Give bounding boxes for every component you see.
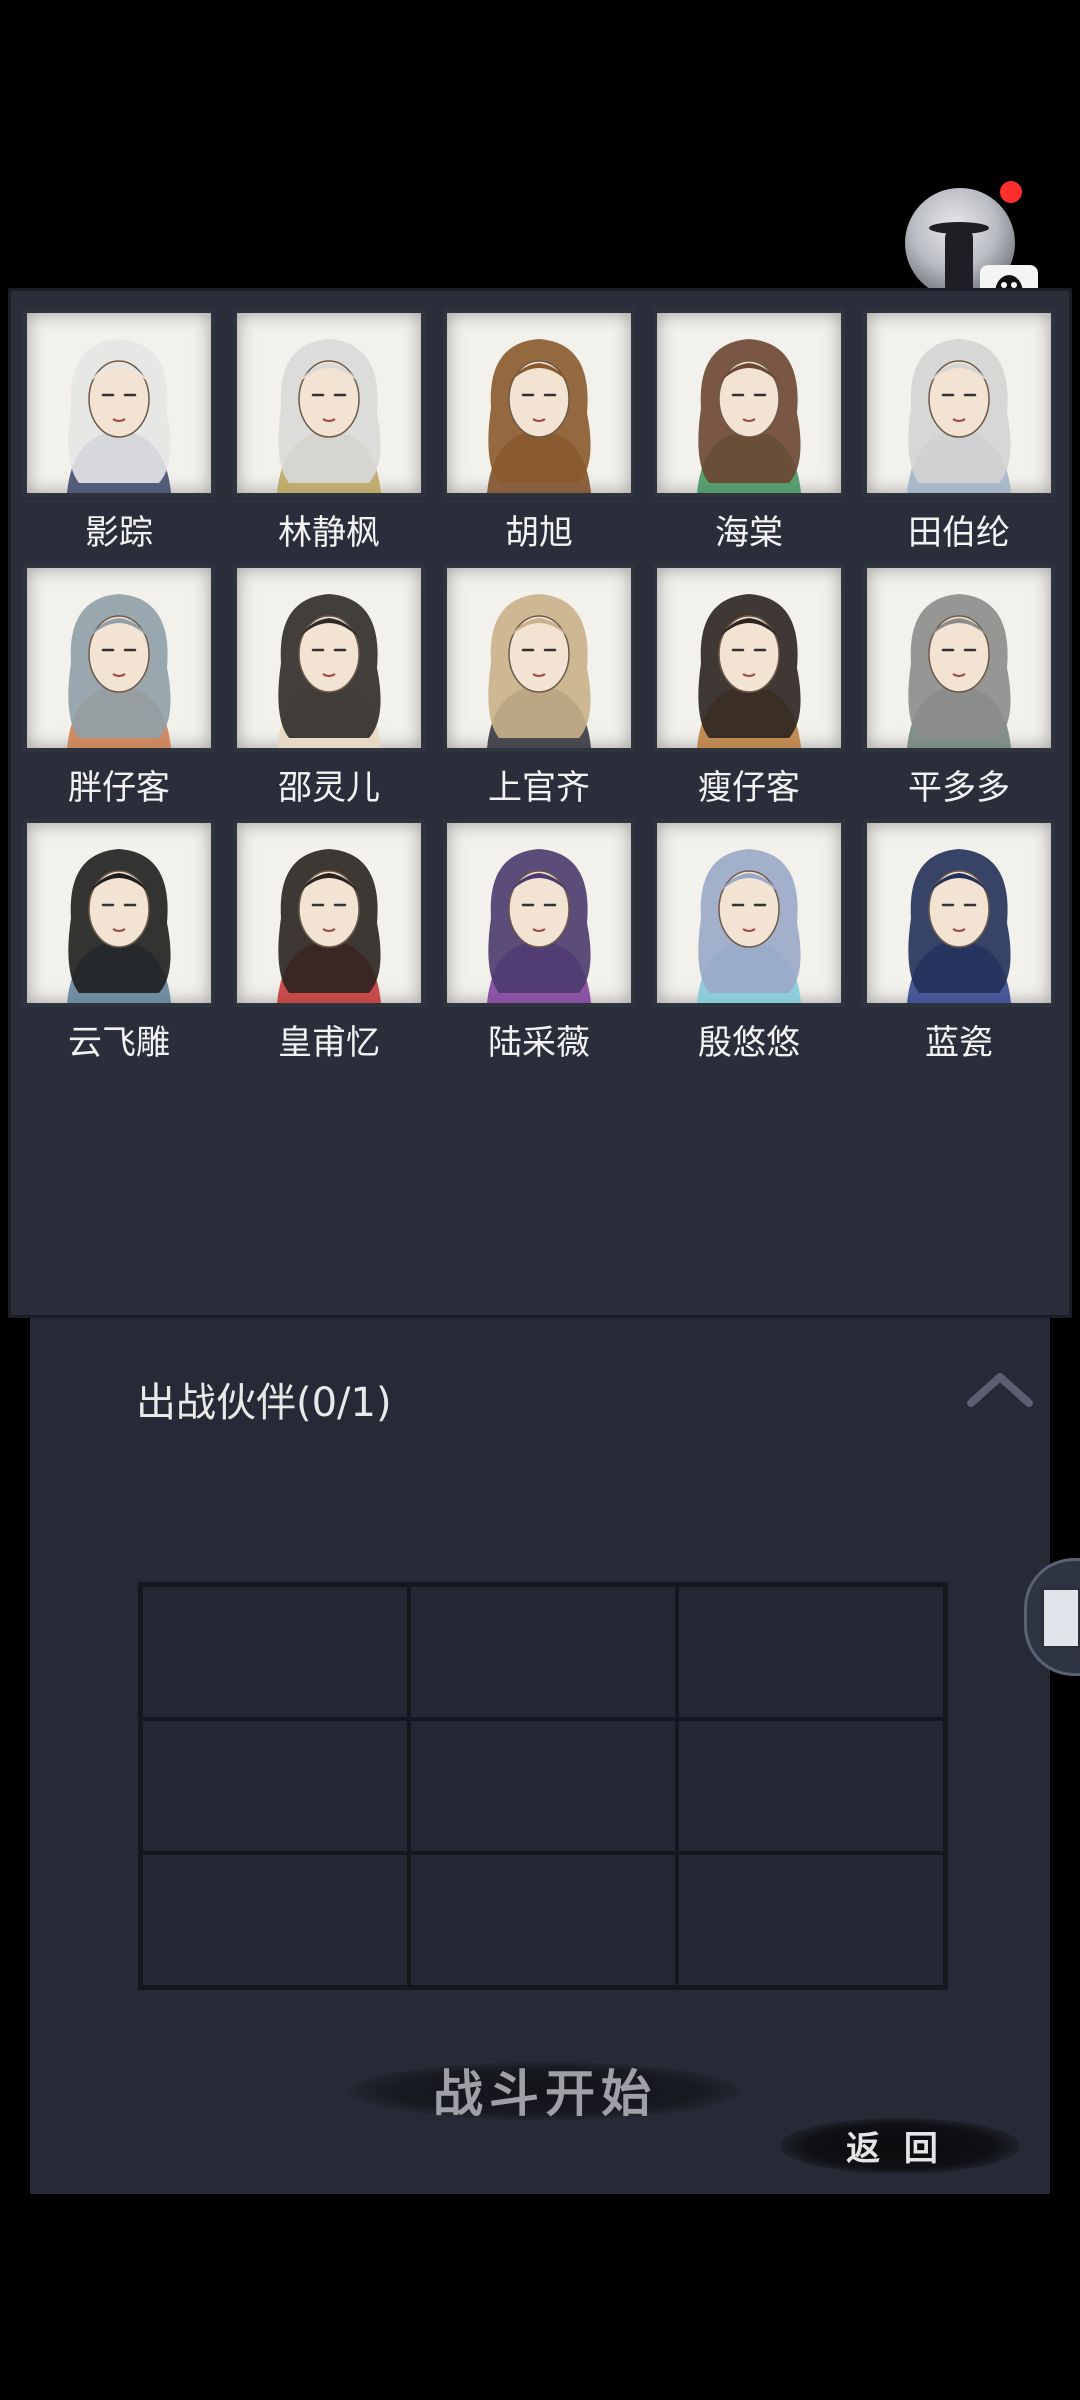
formation-grid: [138, 1582, 948, 1990]
character-name: 蓝瓷: [925, 1023, 993, 1063]
character-card[interactable]: 殷悠悠: [653, 819, 845, 1074]
character-name: 田伯纶: [908, 513, 1010, 553]
character-name: 胖仔客: [68, 768, 170, 808]
start-battle-label: 战斗开始: [433, 2064, 657, 2123]
character-name: 海棠: [715, 513, 783, 553]
character-portrait: [23, 819, 215, 1007]
character-grid: 影踪 林静枫 胡旭 海棠 田伯纶胖仔客 邵灵儿 上官齐 瘦仔客 平多多云飞雕 皇甫忆 陆采薇 殷悠悠 蓝…: [23, 309, 1055, 1074]
formation-slot[interactable]: [409, 1853, 677, 1987]
character-card[interactable]: 田伯纶: [863, 309, 1055, 564]
notification-dot: [1000, 181, 1022, 203]
formation-slot[interactable]: [677, 1853, 945, 1987]
character-card[interactable]: 影踪: [23, 309, 215, 564]
character-portrait: [233, 309, 425, 497]
character-portrait: [23, 309, 215, 497]
character-portrait: [233, 564, 425, 752]
character-name: 皇甫忆: [278, 1023, 380, 1063]
character-card[interactable]: 云飞雕: [23, 819, 215, 1074]
character-card[interactable]: 林静枫: [233, 309, 425, 564]
formation-slot[interactable]: [141, 1853, 409, 1987]
formation-slot[interactable]: [677, 1585, 945, 1719]
character-name: 影踪: [85, 513, 153, 553]
character-name: 瘦仔客: [698, 768, 800, 808]
character-portrait: [863, 564, 1055, 752]
character-portrait: [443, 309, 635, 497]
back-label: 返 回: [846, 2128, 944, 2169]
character-portrait: [863, 819, 1055, 1007]
chevron-up-icon[interactable]: [965, 1363, 1035, 1413]
character-card[interactable]: 平多多: [863, 564, 1055, 819]
scroll-icon: [1041, 1587, 1080, 1649]
character-card[interactable]: 上官齐: [443, 564, 635, 819]
character-name: 邵灵儿: [278, 768, 380, 808]
character-card[interactable]: 蓝瓷: [863, 819, 1055, 1074]
formation-slot[interactable]: [677, 1719, 945, 1853]
character-name: 上官齐: [488, 768, 590, 808]
character-portrait: [653, 819, 845, 1007]
character-card[interactable]: 邵灵儿: [233, 564, 425, 819]
character-card[interactable]: 胡旭: [443, 309, 635, 564]
character-card[interactable]: 皇甫忆: [233, 819, 425, 1074]
start-battle-button[interactable]: 战斗开始: [330, 2050, 760, 2130]
formation-slot[interactable]: [409, 1719, 677, 1853]
formation-slot[interactable]: [141, 1585, 409, 1719]
lineup-title: 出战伙伴(0/1): [136, 1380, 392, 1426]
character-name: 殷悠悠: [698, 1023, 800, 1063]
character-card[interactable]: 瘦仔客: [653, 564, 845, 819]
back-button[interactable]: 返 回: [770, 2110, 1020, 2180]
character-portrait: [443, 564, 635, 752]
screen: 影踪 林静枫 胡旭 海棠 田伯纶胖仔客 邵灵儿 上官齐 瘦仔客 平多多云飞雕 皇甫忆 陆采薇 殷悠悠 蓝…: [0, 0, 1080, 2400]
character-name: 平多多: [908, 768, 1010, 808]
formation-slot[interactable]: [141, 1719, 409, 1853]
character-portrait: [863, 309, 1055, 497]
character-name: 胡旭: [505, 513, 573, 553]
character-name: 云飞雕: [68, 1023, 170, 1063]
character-portrait: [23, 564, 215, 752]
character-card[interactable]: 海棠: [653, 309, 845, 564]
formation-slot[interactable]: [409, 1585, 677, 1719]
character-card[interactable]: 胖仔客: [23, 564, 215, 819]
character-portrait: [443, 819, 635, 1007]
character-portrait: [653, 564, 845, 752]
character-card[interactable]: 陆采薇: [443, 819, 635, 1074]
character-portrait: [653, 309, 845, 497]
character-name: 林静枫: [278, 513, 380, 553]
character-panel: 影踪 林静枫 胡旭 海棠 田伯纶胖仔客 邵灵儿 上官齐 瘦仔客 平多多云飞雕 皇甫忆 陆采薇 殷悠悠 蓝…: [8, 288, 1072, 1318]
character-name: 陆采薇: [488, 1023, 590, 1063]
character-portrait: [233, 819, 425, 1007]
